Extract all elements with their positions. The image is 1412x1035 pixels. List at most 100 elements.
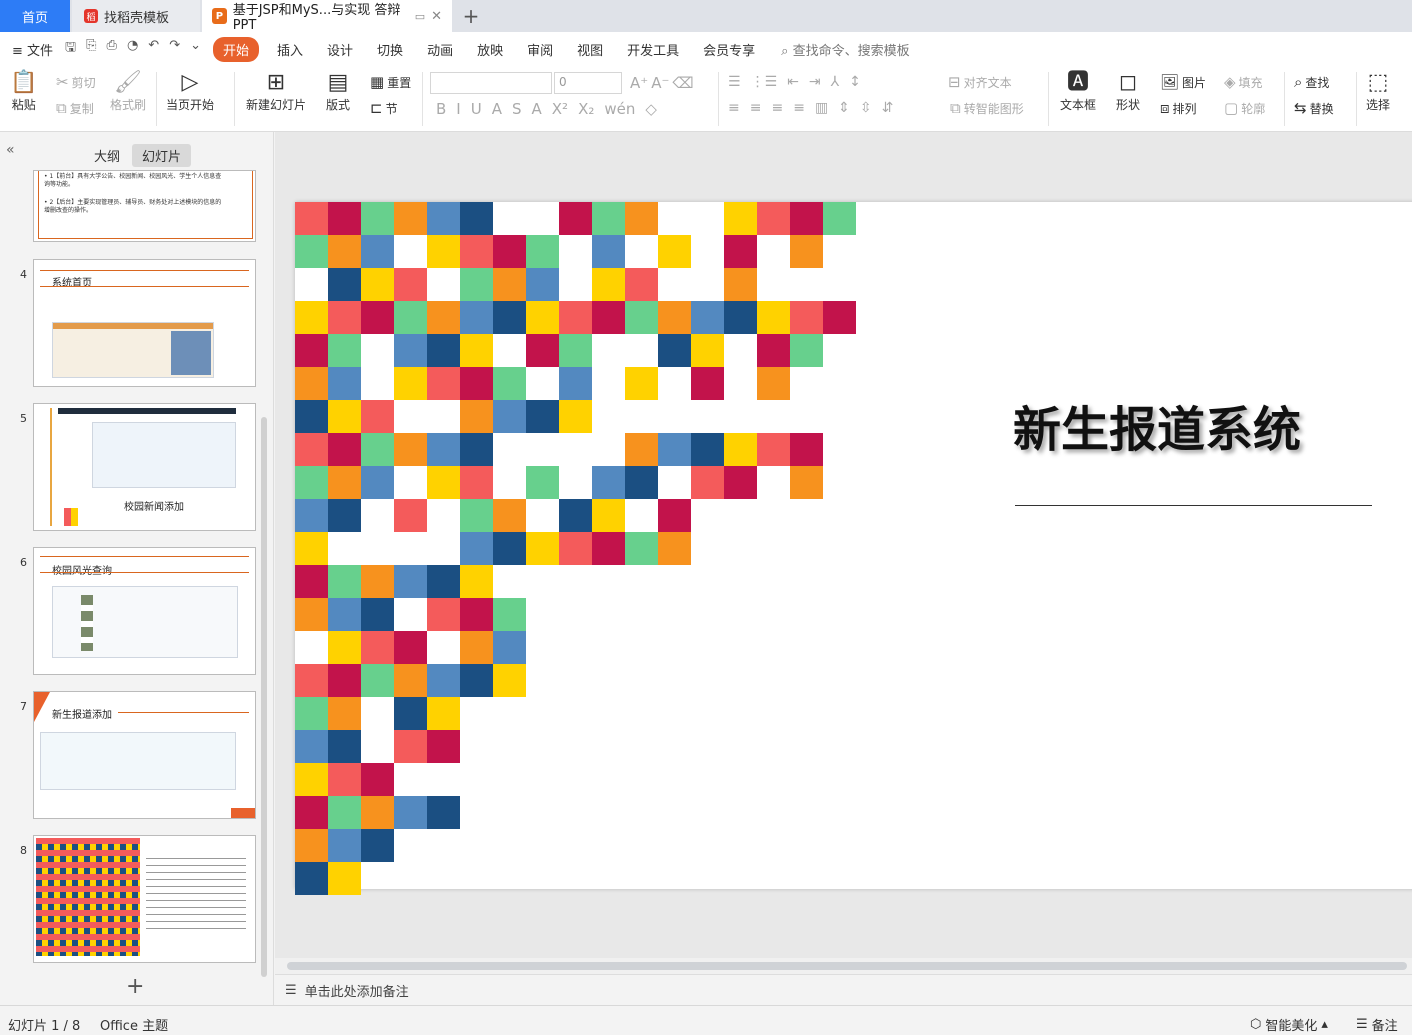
mosaic-tile — [559, 334, 592, 367]
section-button[interactable]: ⊏ 节 — [370, 100, 398, 117]
justify-icon[interactable]: ≡ — [793, 100, 805, 116]
font-size-select[interactable]: 0 — [554, 72, 622, 94]
horizontal-scrollbar[interactable] — [275, 958, 1412, 974]
menu-insert[interactable]: 插入 — [265, 40, 315, 59]
menu-developer[interactable]: 开发工具 — [615, 40, 691, 59]
line-spacing-icon[interactable]: ↕ — [849, 74, 861, 90]
mosaic-tile — [328, 301, 361, 334]
menu-animation[interactable]: 动画 — [415, 40, 465, 59]
align-right-icon[interactable]: ≡ — [771, 100, 783, 116]
redo-icon[interactable]: ↷ — [169, 38, 180, 60]
close-icon[interactable]: ✕ — [431, 9, 442, 24]
file-menu[interactable]: ≡ 文件 — [0, 40, 65, 59]
subscript-icon[interactable]: X₂ — [578, 100, 594, 118]
tab-slides[interactable]: 幻灯片 — [132, 144, 192, 167]
layout-button[interactable]: ▤ 版式 — [326, 72, 350, 113]
save-icon[interactable]: 🖫 — [65, 38, 76, 60]
slide-title[interactable]: 新生报道系统 — [1013, 390, 1301, 460]
mosaic-tile — [460, 565, 493, 598]
slide-1[interactable]: 新生报道系统 — [295, 202, 1412, 895]
slide-thumbnail-3[interactable]: • 1【前台】具有大学公告、校园新闻、校园风光、学生个人信息查询等功能。 • 2… — [33, 170, 256, 242]
from-current-button[interactable]: ▷ 当页开始 — [166, 72, 214, 113]
mosaic-tile — [757, 433, 790, 466]
paste-button[interactable]: 📋 粘贴 — [10, 72, 37, 113]
slide-thumbnail-7[interactable]: 新生报道添加 — [33, 691, 256, 819]
replace-button[interactable]: ⇆ 替换 — [1294, 100, 1334, 117]
menu-transition[interactable]: 切换 — [365, 40, 415, 59]
tab-template[interactable]: 稻 找稻壳模板 — [72, 0, 200, 32]
export-icon[interactable]: ⎘ — [86, 38, 96, 60]
menu-slideshow[interactable]: 放映 — [465, 40, 515, 59]
tab-document[interactable]: P 基于JSP和MyS...与实现 答辩PPT ▭ ✕ — [202, 0, 452, 33]
shrink-font-icon[interactable]: A⁻ — [651, 74, 669, 92]
text-direction-icon[interactable]: ⅄ — [831, 74, 840, 90]
pane-scrollbar[interactable] — [261, 417, 267, 977]
picture-button[interactable]: 🖼 图片 — [1160, 74, 1206, 91]
slides-pane: « 大纲 幻灯片 • 1【前台】具有大学公告、校园新闻、校园风光、学生个人信息查… — [0, 132, 274, 1005]
outline-button[interactable]: ▢ 轮廓 — [1224, 100, 1265, 117]
find-button[interactable]: ⌕ 查找 — [1294, 74, 1329, 91]
cut-button[interactable]: ✂ 剪切 — [56, 74, 96, 91]
mosaic-tile — [559, 400, 592, 433]
beautify-button[interactable]: ⬡ 智能美化 ▴ — [1250, 1015, 1328, 1034]
command-search[interactable]: ⌕ 查找命令、搜索模板 — [781, 40, 909, 59]
grow-font-icon[interactable]: A⁺ — [630, 74, 648, 92]
align-center-icon[interactable]: ≡ — [750, 100, 762, 116]
outdent-icon[interactable]: ⇤ — [787, 74, 799, 90]
textbox-button[interactable]: 🅰 文本框 — [1060, 72, 1096, 113]
print-icon[interactable]: ⎙ — [107, 38, 117, 60]
select-button[interactable]: ⬚ 选择 — [1366, 72, 1390, 113]
scroll-thumb[interactable] — [287, 962, 1407, 970]
slide-thumbnail-8[interactable] — [33, 835, 256, 963]
highlight-icon[interactable]: ◇ — [645, 100, 657, 118]
slide-thumbnail-5[interactable]: 校园新闻添加 — [33, 403, 256, 531]
align-left-icon[interactable]: ≡ — [728, 100, 740, 116]
tab-outline[interactable]: 大纲 — [84, 144, 130, 167]
align-text-button[interactable]: ⊟ 对齐文本 — [948, 74, 1012, 91]
menu-review[interactable]: 审阅 — [515, 40, 565, 59]
collapse-icon[interactable]: « — [6, 142, 15, 158]
new-tab-button[interactable]: + — [458, 0, 484, 32]
tab-home[interactable]: 首页 — [0, 0, 70, 32]
notes-toggle-button[interactable]: ☰ 备注 — [1356, 1015, 1398, 1034]
menu-member[interactable]: 会员专享 — [691, 40, 767, 59]
bullets-icon[interactable]: ☰ — [728, 74, 741, 90]
format-painter-button[interactable]: 🖌 格式刷 — [110, 72, 146, 113]
copy-button[interactable]: ⧉ 复制 — [56, 100, 94, 117]
mosaic-tile — [724, 367, 757, 400]
phonetic-icon[interactable]: wén — [604, 100, 635, 118]
notes-area[interactable]: ☰ 单击此处添加备注 — [275, 974, 1412, 1005]
bold-icon[interactable]: B — [436, 100, 446, 118]
line-spacing-2-icon[interactable]: ⇵ — [882, 100, 894, 116]
column-spacing-icon[interactable]: ⇕ — [838, 100, 850, 116]
indent-icon[interactable]: ⇥ — [809, 74, 821, 90]
mosaic-tile — [691, 466, 724, 499]
font-color-icon[interactable]: A — [532, 100, 542, 118]
slide-thumbnail-6[interactable]: 校园风光查询 — [33, 547, 256, 675]
slide-thumbnail-4[interactable]: 系统首页 — [33, 259, 256, 387]
fill-button[interactable]: ◈ 填充 — [1224, 74, 1263, 91]
more-icon[interactable]: ⌄ — [190, 38, 201, 60]
italic-icon[interactable]: I — [456, 100, 460, 118]
arrange-button[interactable]: ⧈ 排列 — [1160, 100, 1197, 117]
distribute-icon[interactable]: ▥ — [815, 100, 828, 116]
superscript-icon[interactable]: X² — [552, 100, 568, 118]
text-shadow-icon[interactable]: A — [492, 100, 502, 118]
numbering-icon[interactable]: ⋮☰ — [751, 74, 778, 90]
menu-design[interactable]: 设计 — [315, 40, 365, 59]
paragraph-spacing-icon[interactable]: ⇳ — [860, 100, 872, 116]
underline-icon[interactable]: U — [471, 100, 482, 118]
menu-home[interactable]: 开始 — [213, 36, 260, 62]
slide-number: 7 — [20, 700, 27, 713]
new-slide-button[interactable]: ⊞ 新建幻灯片 — [246, 72, 306, 113]
font-family-select[interactable] — [430, 72, 552, 94]
reset-button[interactable]: ▦ 重置 — [370, 74, 411, 91]
shape-button[interactable]: ◻ 形状 — [1116, 72, 1140, 113]
preview-icon[interactable]: ◔ — [127, 38, 138, 60]
clear-format-icon[interactable]: ⌫ — [672, 74, 693, 92]
undo-icon[interactable]: ↶ — [148, 38, 159, 60]
add-slide-button[interactable]: + — [126, 974, 144, 999]
menu-view[interactable]: 视图 — [565, 40, 615, 59]
strikethrough-icon[interactable]: S — [512, 100, 522, 118]
convert-smartart-button[interactable]: ⧉ 转智能图形 — [950, 100, 1024, 117]
